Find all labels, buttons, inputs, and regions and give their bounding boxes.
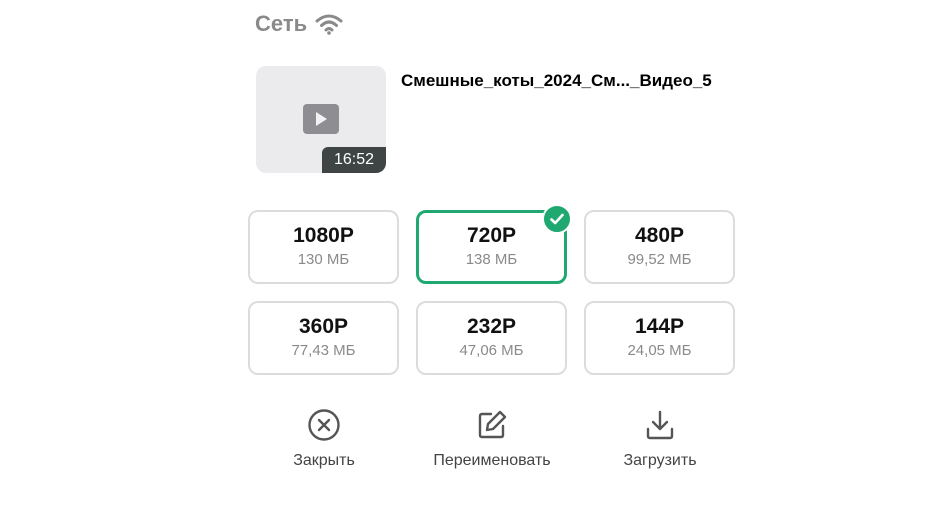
play-icon xyxy=(303,104,339,134)
quality-size: 130 МБ xyxy=(297,251,350,268)
quality-option-480p[interactable]: 480P 99,52 МБ xyxy=(584,210,735,284)
quality-resolution: 360P xyxy=(298,315,349,338)
video-duration: 16:52 xyxy=(322,147,386,173)
quality-option-1080p[interactable]: 1080P 130 МБ xyxy=(248,210,399,284)
quality-size: 99,52 МБ xyxy=(627,251,692,268)
video-thumbnail[interactable]: 16:52 xyxy=(256,66,386,173)
download-icon xyxy=(643,408,677,442)
quality-options: 1080P 130 МБ 720P 138 МБ 480P 99,52 МБ 3… xyxy=(248,204,736,375)
download-label: Загрузить xyxy=(623,452,697,469)
action-bar: Закрыть Переименовать Загрузить xyxy=(240,408,744,470)
quality-resolution: 720P xyxy=(466,224,517,247)
quality-size: 138 МБ xyxy=(465,251,518,268)
quality-option-232p[interactable]: 232P 47,06 МБ xyxy=(416,301,567,375)
wifi-icon xyxy=(315,13,343,35)
network-indicator: Сеть xyxy=(255,10,343,38)
quality-resolution: 480P xyxy=(634,224,685,247)
quality-resolution: 232P xyxy=(466,315,517,338)
network-label: Сеть xyxy=(255,11,308,36)
quality-resolution: 144P xyxy=(634,315,685,338)
quality-resolution: 1080P xyxy=(293,224,354,247)
edit-icon xyxy=(475,408,509,442)
quality-size: 47,06 МБ xyxy=(459,342,524,359)
quality-size: 77,43 МБ xyxy=(291,342,356,359)
close-label: Закрыть xyxy=(293,452,355,469)
video-title: Смешные_коты_2024_См..._Видео_5 xyxy=(401,71,712,90)
quality-option-360p[interactable]: 360P 77,43 МБ xyxy=(248,301,399,375)
close-button[interactable]: Закрыть xyxy=(240,408,408,470)
selected-check-icon xyxy=(542,204,572,234)
download-button[interactable]: Загрузить xyxy=(576,408,744,470)
rename-button[interactable]: Переименовать xyxy=(408,408,576,470)
rename-label: Переименовать xyxy=(433,452,551,469)
quality-size: 24,05 МБ xyxy=(627,342,692,359)
quality-option-720p[interactable]: 720P 138 МБ xyxy=(416,204,572,284)
close-circle-icon xyxy=(307,408,341,442)
quality-option-144p[interactable]: 144P 24,05 МБ xyxy=(584,301,735,375)
